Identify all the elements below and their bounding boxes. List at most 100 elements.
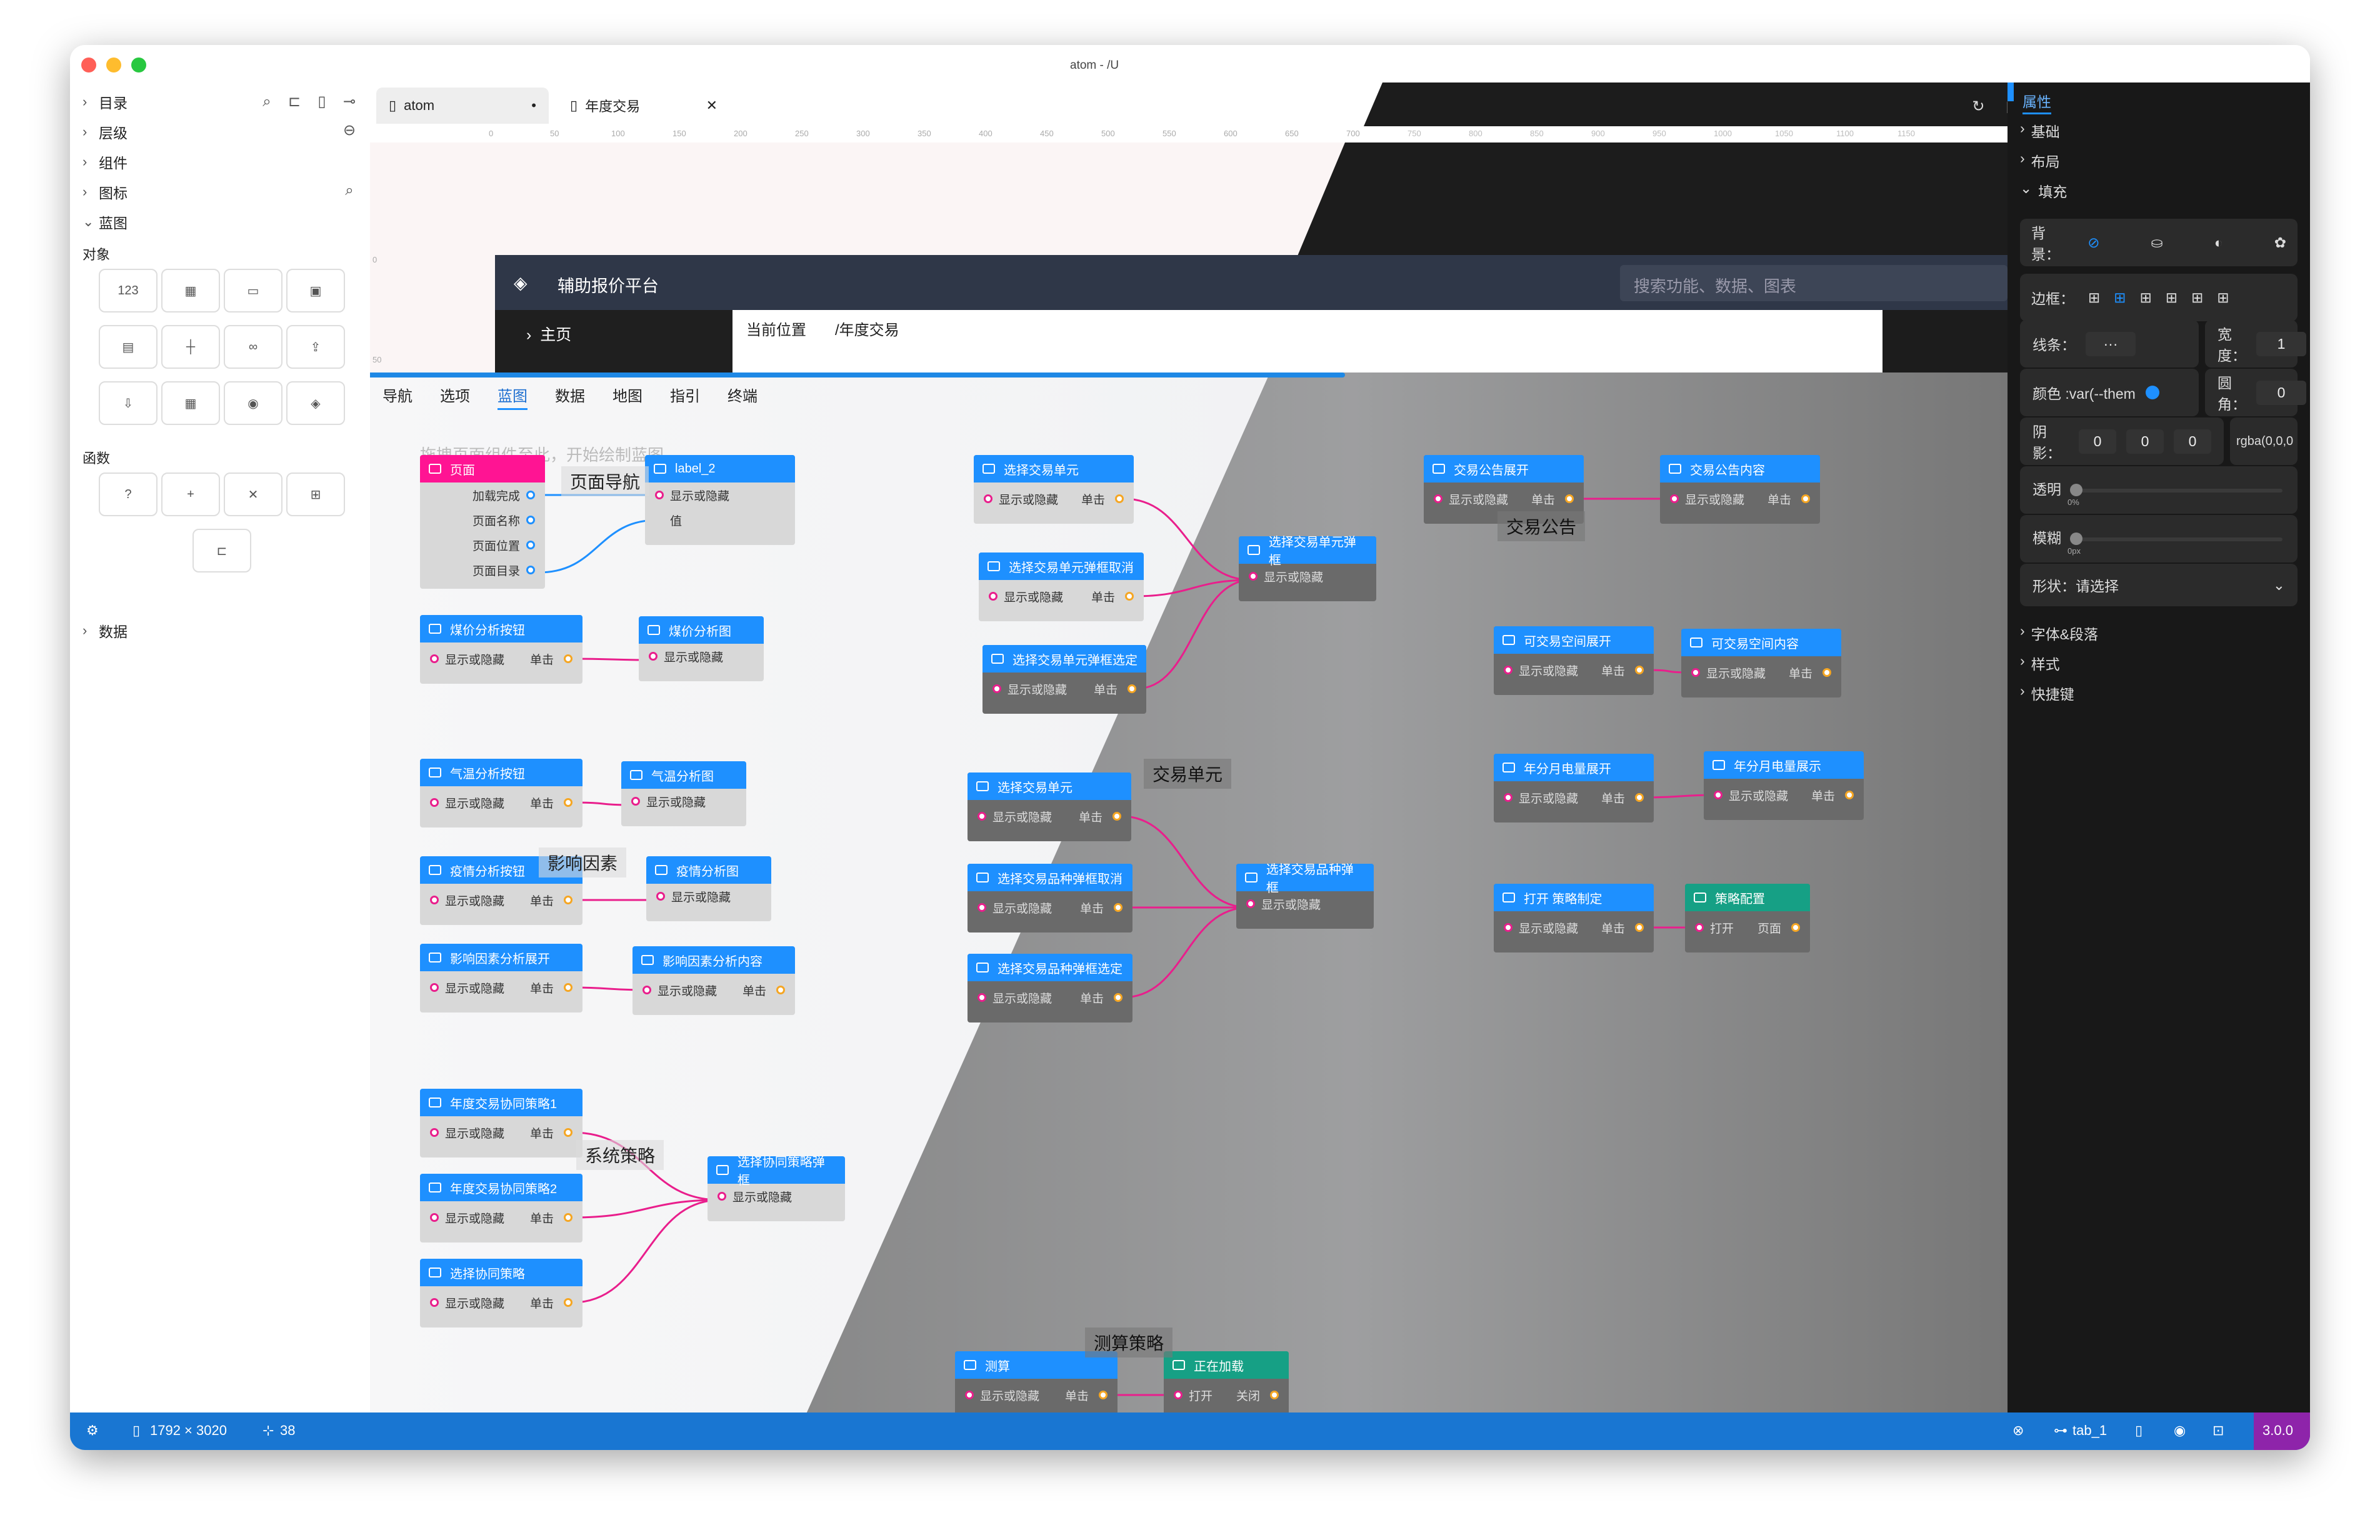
output-port[interactable] <box>526 566 535 574</box>
minus-circle-icon[interactable]: ⊖ <box>340 121 359 140</box>
design-canvas[interactable]: 0 50 ◈ 辅助报价平台 搜索功能、数据、图表 › 主页 当前位置 /年度交易… <box>370 142 2008 1425</box>
opacity-slider-handle[interactable] <box>2070 484 2082 496</box>
output-port[interactable] <box>526 516 535 524</box>
output-port[interactable] <box>1845 791 1854 799</box>
color-swatch[interactable] <box>2145 386 2159 399</box>
node-header[interactable]: 煤价分析图 <box>639 616 764 644</box>
tree-item-layout[interactable]: › 布局 <box>2020 150 2060 171</box>
shadow-y[interactable]: 0 <box>2126 429 2164 454</box>
input-port[interactable] <box>1714 791 1722 799</box>
node-header[interactable]: 选择协同策略 <box>420 1259 582 1286</box>
blueprint-node[interactable]: 气温分析图 显示或隐藏 <box>621 761 746 826</box>
output-port[interactable] <box>564 896 572 904</box>
output-port[interactable] <box>564 654 572 663</box>
blueprint-node[interactable]: 选择交易单元弹框取消 显示或隐藏 单击 <box>979 552 1144 621</box>
border-outer-icon[interactable]: ⊞ <box>2114 289 2126 306</box>
tab-name[interactable]: tab_1 <box>2072 1422 2107 1439</box>
shadow-blur[interactable]: 0 <box>2174 429 2211 454</box>
node-header[interactable]: 可交易空间展开 <box>1494 626 1654 654</box>
blueprint-node[interactable]: 煤价分析图 显示或隐藏 <box>639 616 764 681</box>
blueprint-node[interactable]: 影响因素分析内容 显示或隐藏 单击 <box>632 946 795 1015</box>
output-port[interactable] <box>1565 494 1574 503</box>
node-header[interactable]: 选择协同策略弹框 <box>708 1156 845 1188</box>
node-header[interactable]: 交易公告展开 <box>1424 455 1584 482</box>
radius-field[interactable]: 圆角： 0 <box>2205 369 2306 416</box>
chrome-icon[interactable]: ◉ <box>224 381 282 425</box>
group-label[interactable]: 测算策略 <box>1085 1328 1173 1358</box>
node-header[interactable]: 打开 策略制定 <box>1494 884 1654 911</box>
node-header[interactable]: 影响因素分析展开 <box>420 944 582 971</box>
output-port[interactable] <box>564 1298 572 1307</box>
link-icon[interactable]: ∞ <box>224 325 282 369</box>
border-top-icon[interactable]: ⊞ <box>2140 289 2152 306</box>
locate-icon[interactable]: ⊸ <box>340 92 359 111</box>
output-port[interactable] <box>1114 993 1122 1002</box>
tag-icon[interactable]: ◈ <box>286 381 345 425</box>
plus-icon[interactable]: + <box>161 472 220 516</box>
input-port[interactable] <box>656 892 665 901</box>
tree-item-shortcut[interactable]: › 快捷键 <box>2020 682 2074 704</box>
input-port[interactable] <box>1695 923 1704 932</box>
tree-item-layers[interactable]: › 层级 <box>82 121 128 142</box>
blueprint-node[interactable]: 年度交易协同策略2 显示或隐藏 单击 <box>420 1174 582 1242</box>
node-header[interactable]: 煤价分析按钮 <box>420 615 582 642</box>
settings-gear-icon[interactable]: ⚙ <box>86 1422 99 1439</box>
blueprint-node[interactable]: 疫情分析图 显示或隐藏 <box>646 856 771 921</box>
wire[interactable] <box>1133 579 1252 598</box>
input-port[interactable] <box>430 983 439 992</box>
group-label[interactable]: 交易单元 <box>1144 759 1232 789</box>
contrast-icon[interactable]: ◐ <box>2214 234 2223 251</box>
number-icon[interactable]: 123 <box>99 269 158 312</box>
input-port[interactable] <box>984 494 992 503</box>
tree-item-fill[interactable]: ⌄ 填充 <box>2020 180 2067 201</box>
search-icon[interactable]: ⌕ <box>258 92 276 111</box>
node-header[interactable]: 选择交易单元弹框 <box>1239 536 1376 568</box>
output-port[interactable] <box>1635 666 1644 674</box>
blueprint-node[interactable]: 正在加载 打开 关闭 <box>1164 1351 1289 1420</box>
blueprint-node[interactable]: 选择交易单元 显示或隐藏 单击 <box>968 772 1131 841</box>
output-port[interactable] <box>564 983 572 992</box>
add-box-icon[interactable]: ⊞ <box>286 472 345 516</box>
output-port[interactable] <box>1270 1391 1279 1399</box>
output-port[interactable] <box>1125 592 1134 601</box>
close-icon[interactable]: ✕ <box>224 472 282 516</box>
blueprint-node[interactable]: 煤价分析按钮 显示或隐藏 单击 <box>420 615 582 684</box>
input-port[interactable] <box>989 592 998 601</box>
blueprint-node[interactable]: 选择交易品种弹框选定 显示或隐藏 单击 <box>968 954 1132 1022</box>
no-fill-icon[interactable]: ⊘ <box>2088 234 2099 251</box>
input-port[interactable] <box>1504 666 1512 674</box>
blueprint-node[interactable]: 选择交易品种弹框 显示或隐藏 <box>1236 863 1374 929</box>
blur-slider-handle[interactable] <box>2070 532 2082 545</box>
input-port[interactable] <box>1249 572 1258 581</box>
blueprint-node[interactable]: 选择协同策略 显示或隐藏 单击 <box>420 1259 582 1328</box>
output-port[interactable] <box>1822 668 1831 677</box>
code-icon[interactable]: ⊏ <box>192 529 251 572</box>
node-header[interactable]: label_2 <box>645 455 795 482</box>
input-port[interactable] <box>718 1192 726 1201</box>
width-value[interactable]: 1 <box>2256 331 2306 356</box>
input-port[interactable] <box>430 896 439 904</box>
input-port[interactable] <box>655 491 664 499</box>
blueprint-node[interactable]: 影响因素分析展开 显示或隐藏 单击 <box>420 944 582 1012</box>
node-header[interactable]: 选择交易单元 <box>974 455 1134 482</box>
tree-item-data[interactable]: › 数据 <box>82 620 128 641</box>
node-header[interactable]: 选择交易品种弹框 <box>1236 863 1374 895</box>
folder-icon[interactable]: ⊏ <box>285 92 304 111</box>
line-style-field[interactable]: 线条： ··· <box>2020 320 2199 368</box>
maximize-window-button[interactable] <box>131 58 146 72</box>
input-port[interactable] <box>978 812 986 821</box>
input-port[interactable] <box>430 798 439 807</box>
blueprint-node[interactable]: 年分月电量展开 显示或隐藏 单击 <box>1494 754 1654 822</box>
refresh-icon[interactable]: ↻ <box>1972 98 1984 116</box>
border-right-icon[interactable]: ⊞ <box>2217 289 2229 306</box>
sidebar-icon[interactable]: ▯ <box>2135 1422 2142 1439</box>
tree-item-basic[interactable]: › 基础 <box>2020 120 2060 141</box>
line-style-value[interactable]: ··· <box>2086 331 2136 356</box>
node-header[interactable]: 气温分析按钮 <box>420 759 582 786</box>
color-field[interactable]: 颜色 :var(--them <box>2020 369 2199 416</box>
input-port[interactable] <box>965 1391 974 1399</box>
shape-select[interactable]: 形状：请选择 ⌄ <box>2020 564 2298 606</box>
input-port[interactable] <box>430 1298 439 1307</box>
close-icon[interactable]: ✕ <box>706 98 718 114</box>
search-icon[interactable]: ⌕ <box>340 181 359 200</box>
